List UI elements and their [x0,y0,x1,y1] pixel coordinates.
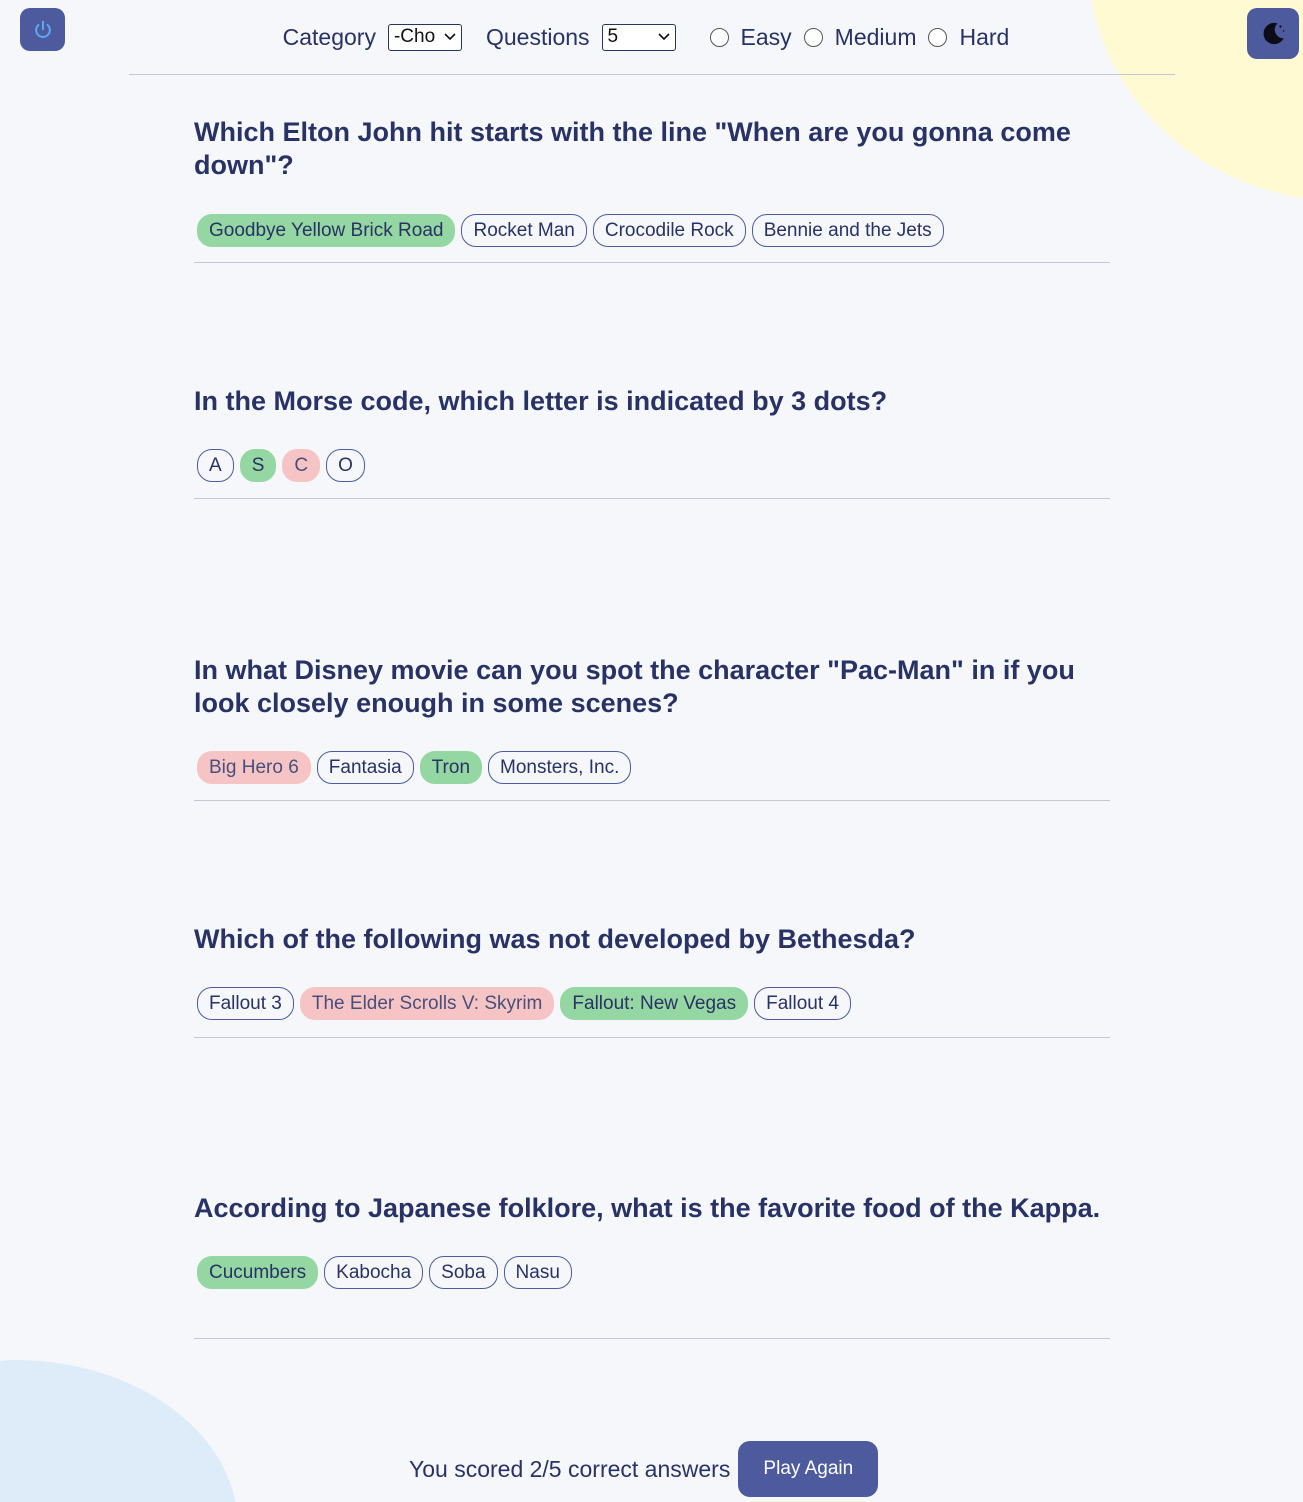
answer-option[interactable]: Kabocha [324,1256,424,1289]
answer-option[interactable]: Monsters, Inc. [488,751,632,784]
difficulty-medium-label: Medium [834,23,917,50]
answer-option[interactable]: S [239,449,277,482]
question-text: Which Elton John hit starts with the lin… [194,117,1071,180]
answer-option[interactable]: O [326,449,365,482]
answer-list: A S C O [194,449,1110,482]
answer-option[interactable]: A [197,449,234,482]
question-card: Which of the following was not developed… [194,923,1110,1038]
theme-toggle-button[interactable] [1247,8,1299,59]
score-text: You scored 2/5 correct answers [409,1455,731,1482]
answer-list: Goodbye Yellow Brick Road Rocket Man Cro… [194,214,1110,247]
question-card: In the Morse code, which letter is indic… [194,385,1110,499]
answer-option[interactable]: Fallout: New Vegas [560,987,749,1020]
radio-circle[interactable] [928,27,948,47]
answer-option[interactable]: Fallout 4 [754,987,851,1020]
play-again-button[interactable]: Play Again [738,1441,879,1497]
question-text: In the Morse code, which letter is indic… [194,386,888,416]
answer-option[interactable]: Rocket Man [461,214,587,247]
difficulty-group: Easy Medium Hard [709,23,1022,51]
difficulty-easy-radio[interactable]: Easy [709,23,792,51]
question-card: According to Japanese folklore, what is … [194,1192,1110,1339]
category-label: Category [282,23,376,50]
answer-option[interactable]: Bennie and the Jets [751,214,944,247]
difficulty-hard-radio[interactable]: Hard [928,24,1009,51]
questions-select[interactable]: 5 [601,23,676,51]
answer-option[interactable]: The Elder Scrolls V: Skyrim [299,987,555,1020]
radio-circle[interactable] [709,27,729,47]
question-card: In what Disney movie can you spot the ch… [194,654,1110,801]
question-text: Which of the following was not developed… [194,924,916,954]
difficulty-hard-label: Hard [959,23,1010,50]
question-text: According to Japanese folklore, what is … [194,1193,1101,1223]
power-icon [34,20,51,38]
question-text: In what Disney movie can you spot the ch… [194,655,1075,718]
questions-select-value: 5 [607,26,619,47]
answer-option[interactable]: Nasu [503,1256,572,1289]
answer-option[interactable]: Goodbye Yellow Brick Road [197,214,456,247]
answer-option[interactable]: Big Hero 6 [197,751,311,784]
answer-option[interactable]: Fantasia [316,751,414,784]
answer-list: Big Hero 6 Fantasia Tron Monsters, Inc. [194,751,1110,784]
radio-circle[interactable] [803,27,823,47]
power-button[interactable] [20,8,65,51]
questions-label: Questions [485,23,590,50]
category-select-value: -Cho [393,26,436,47]
category-select[interactable]: -Cho [387,23,462,51]
difficulty-easy-label: Easy [740,23,792,50]
settings-bar: Category -Cho Questions 5 Easy Medium Ha… [129,0,1175,75]
answer-list: Fallout 3 The Elder Scrolls V: Skyrim Fa… [194,987,1110,1020]
answer-option[interactable]: Fallout 3 [197,987,294,1020]
answer-list: Cucumbers Kabocha Soba Nasu [194,1256,1110,1289]
answer-option[interactable]: Soba [429,1256,498,1289]
answer-option[interactable]: Crocodile Rock [592,214,746,247]
question-card: Which Elton John hit starts with the lin… [194,116,1110,263]
answer-option[interactable]: Tron [419,751,483,784]
difficulty-medium-radio[interactable]: Medium [803,23,917,51]
chevron-down-icon [657,33,670,41]
chevron-down-icon [444,33,456,41]
answer-option[interactable]: Cucumbers [197,1256,319,1289]
moon-icon [1263,22,1285,44]
results-footer: You scored 2/5 correct answers Play Agai… [409,1441,879,1497]
answer-option[interactable]: C [282,449,321,482]
decorative-blob-blue [0,1360,238,1502]
